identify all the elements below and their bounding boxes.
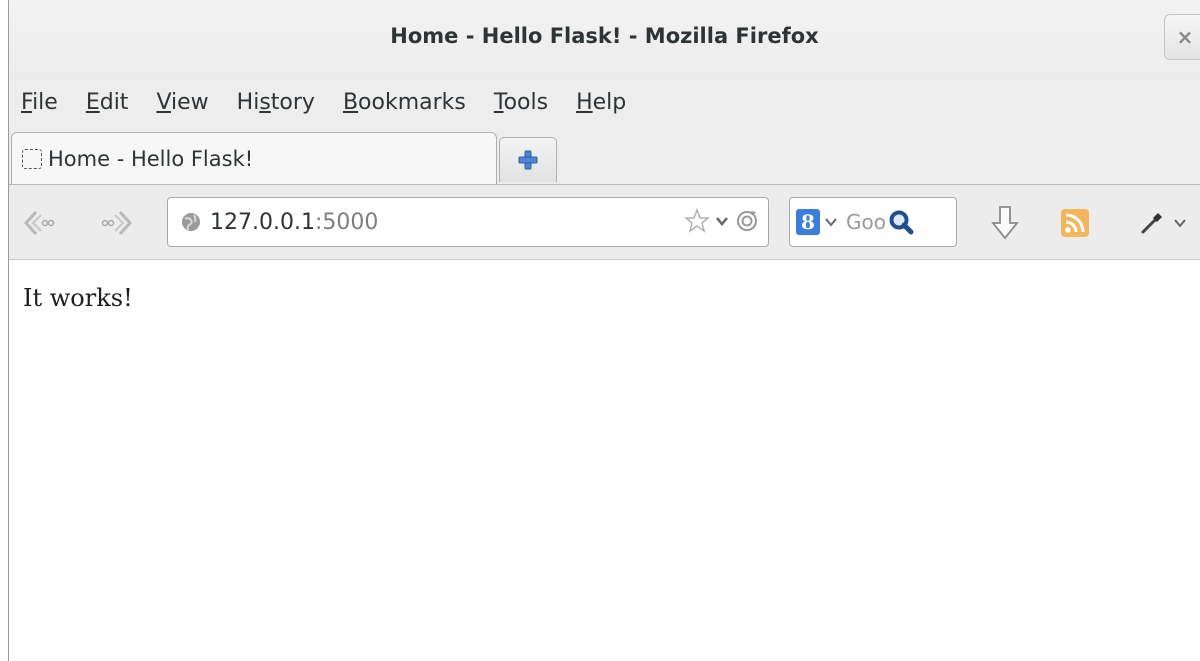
globe-icon <box>182 213 200 231</box>
menu-bar: File Edit View History Bookmarks Tools H… <box>9 80 1200 124</box>
new-tab-button[interactable] <box>499 137 557 182</box>
title-bar: Home - Hello Flask! - Mozilla Firefox × <box>9 0 1200 80</box>
menu-view[interactable]: View <box>156 90 208 115</box>
search-engine-icon[interactable]: 8 <box>796 209 820 235</box>
tab-label: Home - Hello Flask! <box>48 146 254 171</box>
bookmark-star-icon[interactable] <box>684 208 710 234</box>
tab-home[interactable]: Home - Hello Flask! <box>11 132 497 184</box>
url-port: :5000 <box>314 209 379 235</box>
menu-edit[interactable]: Edit <box>86 90 129 115</box>
reload-icon[interactable] <box>734 208 760 234</box>
eyedropper-icon <box>1141 213 1162 234</box>
subscribe-feed-button[interactable] <box>1055 203 1095 243</box>
back-arrow-icon <box>23 210 55 236</box>
navigation-toolbar: 127.0.0.1:5000 8 Goo <box>9 185 1200 260</box>
menu-help[interactable]: Help <box>576 90 626 115</box>
browser-window: Home - Hello Flask! - Mozilla Firefox × … <box>8 0 1200 661</box>
chevron-down-icon[interactable] <box>824 215 838 229</box>
magnifier-icon[interactable] <box>888 209 914 235</box>
back-button[interactable] <box>19 205 59 241</box>
url-host: 127.0.0.1 <box>210 209 315 235</box>
url-bar-actions <box>684 208 760 234</box>
close-icon: × <box>1176 25 1194 49</box>
forward-arrow-icon <box>101 210 133 236</box>
history-dropdown-icon[interactable] <box>714 213 730 229</box>
menu-file[interactable]: File <box>21 90 58 115</box>
page-body-text: It works! <box>23 284 133 312</box>
window-title: Home - Hello Flask! - Mozilla Firefox <box>390 24 819 48</box>
close-window-button[interactable]: × <box>1164 14 1200 60</box>
menu-tools[interactable]: Tools <box>494 90 548 115</box>
downloads-button[interactable] <box>985 203 1025 243</box>
page-content: It works! <box>9 260 1200 661</box>
plus-icon <box>518 150 538 170</box>
chevron-down-icon <box>1174 219 1186 228</box>
download-arrow-icon <box>991 206 1019 240</box>
color-picker-menu-button[interactable] <box>1131 203 1193 243</box>
search-bar[interactable]: 8 Goo <box>789 197 957 247</box>
page-placeholder-icon <box>22 148 42 169</box>
forward-button[interactable] <box>97 205 137 241</box>
tab-strip: Home - Hello Flask! <box>9 124 1200 185</box>
rss-feed-icon <box>1061 209 1089 237</box>
menu-bookmarks[interactable]: Bookmarks <box>343 90 466 115</box>
search-input[interactable]: Goo <box>846 210 886 234</box>
url-bar[interactable]: 127.0.0.1:5000 <box>167 197 769 247</box>
menu-history[interactable]: History <box>237 90 315 115</box>
